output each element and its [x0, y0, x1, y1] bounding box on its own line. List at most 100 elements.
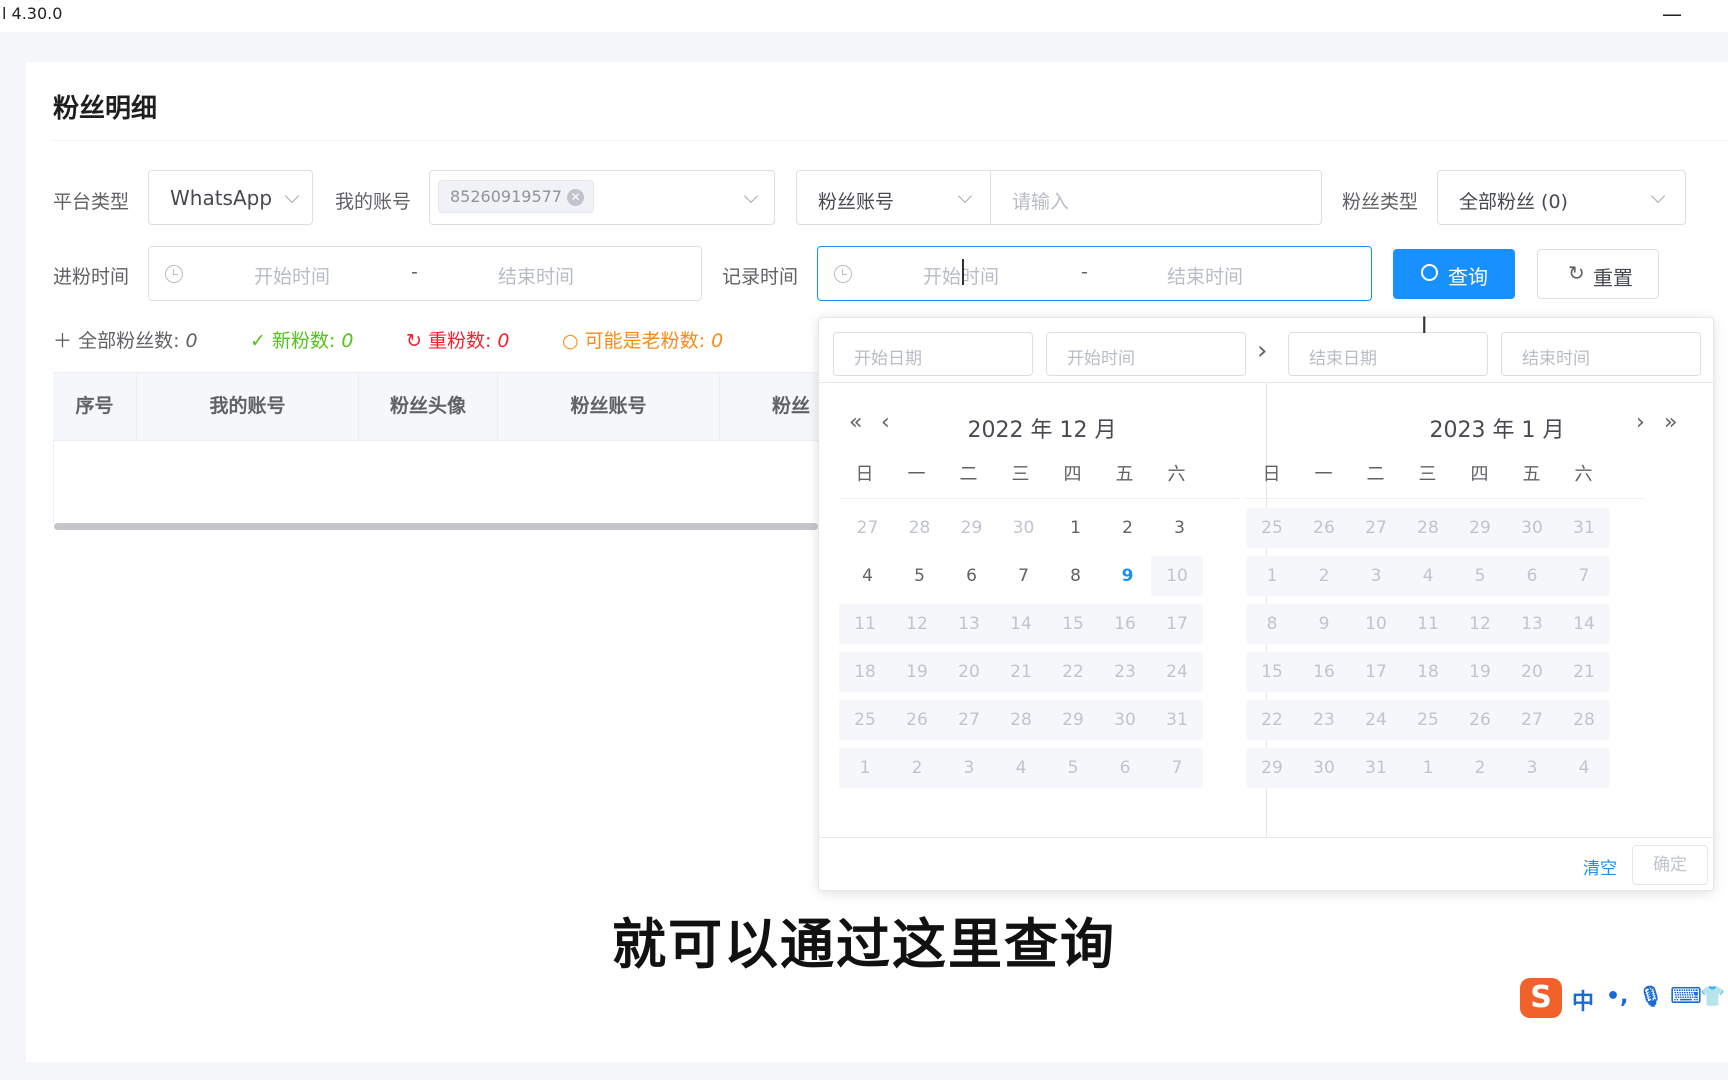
weekday-label: 一 — [1314, 464, 1333, 485]
calendar-day: 2 — [1298, 556, 1350, 596]
end-date-input[interactable]: 结束日期 — [1288, 332, 1488, 376]
calendar-day[interactable]: 8 — [1047, 556, 1104, 596]
prev-month-icon[interactable]: ‹ — [881, 410, 890, 435]
calendar-day: 4 — [1558, 748, 1610, 788]
reset-button[interactable]: ↻ 重置 — [1537, 249, 1659, 299]
weekday-label: 一 — [907, 464, 926, 485]
weekday-label: 日 — [855, 464, 874, 485]
calendar-day: 13 — [943, 604, 995, 644]
chevron-right-icon: › — [1257, 336, 1268, 366]
calendar-day: 27 — [943, 700, 995, 740]
calendar-day[interactable]: 29 — [943, 508, 1000, 548]
calendar-day[interactable]: 6 — [943, 556, 1000, 596]
calendar-day: 1 — [839, 748, 891, 788]
account-tag-label: 85260919577 — [450, 187, 562, 206]
next-year-icon[interactable]: » — [1664, 410, 1677, 435]
calendar-day: 22 — [1047, 652, 1099, 692]
platform-value: WhatsApp — [170, 186, 273, 210]
calendar-day[interactable]: 1 — [1047, 508, 1104, 548]
calendar-day: 15 — [1047, 604, 1099, 644]
calendar-day[interactable]: 28 — [891, 508, 948, 548]
right-calendar-title: 2023 年 1 月 — [1429, 418, 1565, 443]
calendar-day[interactable]: 30 — [995, 508, 1052, 548]
calendar-day: 1 — [1246, 556, 1298, 596]
calendar-day[interactable]: 7 — [995, 556, 1052, 596]
calendar-day: 27 — [1506, 700, 1558, 740]
weekday-label: 三 — [1418, 464, 1437, 485]
calendar-day: 24 — [1350, 700, 1402, 740]
calendar-day: 22 — [1246, 700, 1298, 740]
sogou-logo-icon[interactable]: S — [1520, 978, 1562, 1018]
join-start-input[interactable]: 开始时间 — [254, 262, 330, 289]
weekday-label: 四 — [1470, 464, 1489, 485]
calendar-day: 29 — [1246, 748, 1298, 788]
stat-old-label: 可能是老粉数: — [584, 330, 706, 352]
calendar-day: 17 — [1350, 652, 1402, 692]
calendar-day: 20 — [943, 652, 995, 692]
fan-type-select[interactable]: 全部粉丝 (0) — [1437, 170, 1686, 225]
calendar-day: 4 — [1402, 556, 1454, 596]
calendar-day: 23 — [1099, 652, 1151, 692]
calendar-day: 30 — [1506, 508, 1558, 548]
end-time-input[interactable]: 结束时间 — [1501, 332, 1701, 376]
calendar-day: 10 — [1151, 556, 1203, 596]
clear-button[interactable]: 清空 — [1583, 854, 1617, 879]
chevron-down-icon — [284, 188, 300, 204]
calendar-day[interactable]: 9 — [1099, 556, 1156, 596]
start-date-input[interactable]: 开始日期 — [833, 332, 1033, 376]
calendar-day: 11 — [1402, 604, 1454, 644]
calendar-day[interactable]: 5 — [891, 556, 948, 596]
calendar-day: 19 — [1454, 652, 1506, 692]
platform-select[interactable]: WhatsApp — [148, 170, 313, 225]
ime-language-toggle[interactable]: 中 — [1572, 984, 1594, 1016]
calendar-day: 24 — [1151, 652, 1203, 692]
calendar-day: 25 — [1246, 508, 1298, 548]
refresh-icon: ↻ — [406, 330, 422, 352]
record-time-label: 记录时间 — [722, 266, 799, 288]
skin-icon[interactable]: 👕 — [1700, 984, 1725, 1008]
record-time-range[interactable]: 开始时间 - 结束时间 — [817, 246, 1372, 301]
record-start-input[interactable]: 开始时间 — [923, 262, 999, 289]
minimize-button[interactable]: — — [1662, 2, 1682, 26]
join-time-range[interactable]: 开始时间 - 结束时间 — [148, 246, 702, 301]
confirm-button[interactable]: 确定 — [1632, 845, 1708, 885]
calendar-day: 18 — [1402, 652, 1454, 692]
start-date-placeholder: 开始日期 — [854, 349, 922, 369]
calendar-day: 3 — [1506, 748, 1558, 788]
query-button[interactable]: 查询 — [1393, 249, 1515, 299]
stat-new: ✓ 新粉数: 0 — [250, 326, 354, 353]
reset-button-label: 重置 — [1593, 266, 1633, 290]
punctuation-icon[interactable]: •, — [1606, 984, 1628, 1009]
query-button-label: 查询 — [1448, 265, 1488, 289]
stat-all-label: 全部粉丝数: — [78, 330, 180, 352]
calendar-day: 29 — [1454, 508, 1506, 548]
input-divider — [990, 171, 991, 224]
weekday-label: 二 — [959, 464, 978, 485]
calendar-day[interactable]: 3 — [1151, 508, 1208, 548]
chevron-down-icon — [743, 188, 759, 204]
weekday-label: 日 — [1262, 464, 1281, 485]
join-end-input[interactable]: 结束时间 — [498, 262, 574, 289]
keyboard-icon[interactable]: ⌨ — [1670, 984, 1702, 1009]
start-time-input[interactable]: 开始时间 — [1046, 332, 1246, 376]
table-header: 序号 我的账号 粉丝头像 粉丝账号 粉丝 — [53, 372, 818, 441]
range-separator: - — [1081, 261, 1088, 283]
calendar-day: 16 — [1099, 604, 1151, 644]
calendar-day: 9 — [1298, 604, 1350, 644]
calendar-day[interactable]: 27 — [839, 508, 896, 548]
calendar-day: 7 — [1558, 556, 1610, 596]
calendar-day[interactable]: 2 — [1099, 508, 1156, 548]
stat-old: ○ 可能是老粉数: 0 — [562, 326, 723, 353]
calendar-day[interactable]: 4 — [839, 556, 896, 596]
record-end-input[interactable]: 结束时间 — [1167, 262, 1243, 289]
title-divider — [53, 140, 1728, 141]
fan-account-type[interactable]: 粉丝账号 — [818, 187, 894, 214]
calendar-day: 28 — [1558, 700, 1610, 740]
prev-year-icon[interactable]: « — [849, 410, 862, 435]
fan-account-input[interactable]: 请输入 — [1012, 187, 1069, 214]
horizontal-scrollbar[interactable] — [54, 523, 818, 530]
calendar-day: 17 — [1151, 604, 1203, 644]
next-month-icon[interactable]: › — [1636, 410, 1645, 435]
microphone-icon[interactable]: 🎙 — [1638, 984, 1663, 1008]
close-icon[interactable]: ✕ — [567, 189, 584, 206]
